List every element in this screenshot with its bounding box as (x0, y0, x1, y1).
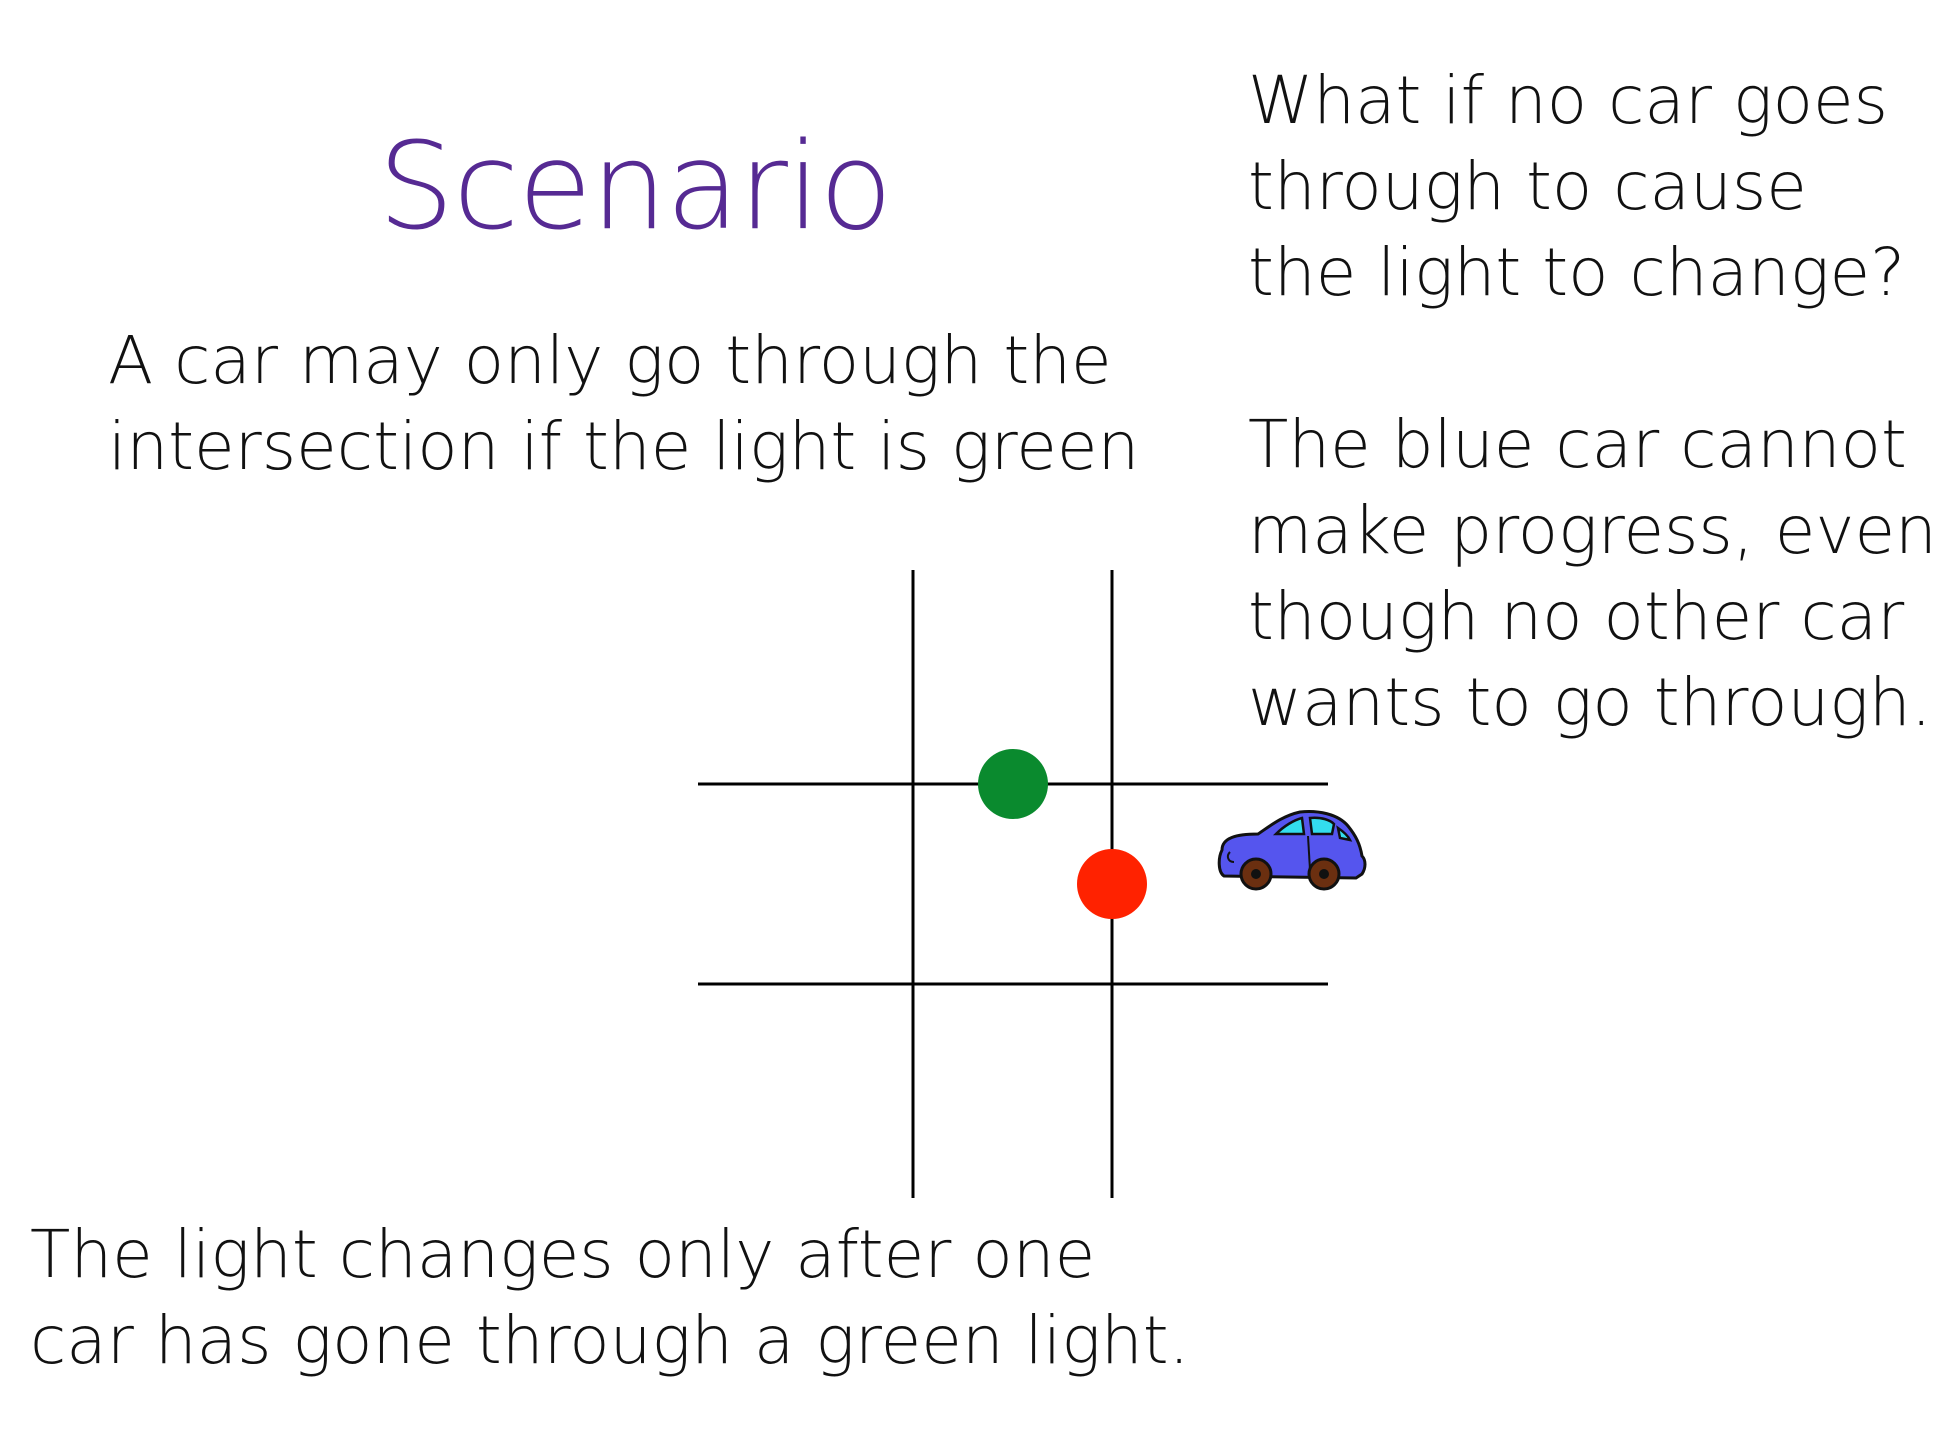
rule-line-2: intersection if the light is green (108, 408, 1140, 485)
car-window (1308, 816, 1336, 836)
car-wheel (1307, 857, 1341, 891)
question-text: What if no car goes through to cause the… (1248, 58, 1905, 316)
answer-line-3: though no other car (1248, 578, 1905, 655)
rule-line-1: A car may only go through the (108, 322, 1112, 399)
answer-line-2: make progress, even (1248, 492, 1937, 569)
light-change-line-1: The light changes only after one (30, 1216, 1096, 1293)
light-change-line-2: car has gone through a green light. (30, 1302, 1190, 1379)
question-line-1: What if no car goes (1248, 62, 1888, 139)
rule-text: A car may only go through the intersecti… (108, 318, 1140, 490)
question-line-3: the light to change? (1248, 234, 1906, 311)
answer-text: The blue car cannot make progress, even … (1248, 402, 1937, 746)
green-light (978, 749, 1048, 819)
slide-title: Scenario (378, 118, 893, 257)
car-body (1217, 810, 1367, 880)
car-door-line (1307, 835, 1311, 871)
question-line-2: through to cause (1248, 148, 1807, 225)
answer-line-4: wants to go through. (1248, 664, 1932, 741)
blue-car-icon (1217, 810, 1367, 891)
car-window (1272, 816, 1306, 836)
red-light (1077, 849, 1147, 919)
car-wheel (1239, 857, 1273, 891)
car-wheel-hub (1319, 869, 1329, 879)
light-change-text: The light changes only after one car has… (30, 1212, 1190, 1384)
car-wheel-hub (1251, 869, 1261, 879)
answer-line-1: The blue car cannot (1248, 406, 1907, 483)
car-window (1336, 825, 1353, 842)
car-headlight (1226, 851, 1235, 863)
